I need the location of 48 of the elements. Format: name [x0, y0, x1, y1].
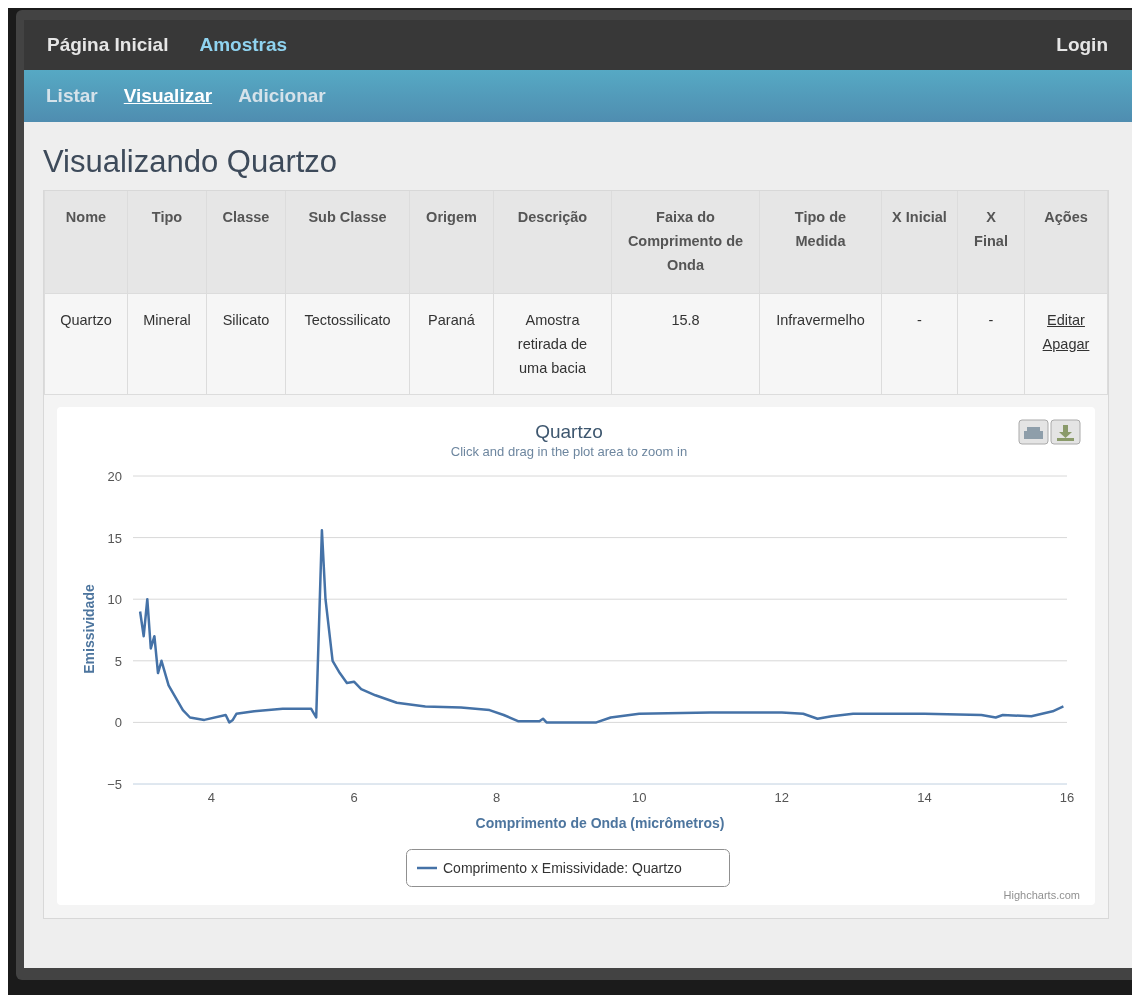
column-header: Classe [206, 191, 286, 294]
table-cell: Silicato [206, 293, 286, 395]
login-link[interactable]: Login [1056, 34, 1108, 56]
page-title: Visualizando Quartzo [43, 144, 339, 180]
chart-subtitle: Click and drag in the plot area to zoom in [450, 444, 688, 459]
table-cell: - [881, 293, 958, 395]
download-button[interactable] [1050, 419, 1081, 445]
column-header: Sub Classe [285, 191, 410, 294]
x-tick-label: 12 [774, 790, 790, 805]
column-header: X Inicial [881, 191, 958, 294]
column-header: Tipo de Medida [759, 191, 882, 294]
action-link[interactable]: Editar [1047, 308, 1085, 332]
column-header: Tipo [127, 191, 207, 294]
y-tick-label: 10 [107, 592, 122, 608]
x-tick-label: 14 [917, 790, 932, 805]
x-tick-label: 6 [350, 790, 358, 805]
y-tick-label: −5 [107, 777, 122, 792]
print-button[interactable] [1018, 419, 1049, 445]
y-tick-label: 5 [114, 653, 122, 669]
column-header: X Final [957, 191, 1025, 294]
y-axis-title: Emissividade [81, 584, 97, 674]
chart-title: Quartzo [535, 421, 603, 442]
y-tick-label: 15 [107, 530, 122, 546]
table-cell: Infravermelho [759, 293, 882, 395]
x-tick-label: 16 [1059, 790, 1075, 805]
column-header: Ações [1024, 191, 1108, 294]
x-tick-label: 10 [632, 790, 647, 805]
action-link[interactable]: Apagar [1042, 332, 1090, 356]
table-cell: Paraná [409, 293, 494, 395]
x-tick-label: 8 [493, 790, 501, 805]
x-tick-label: 4 [207, 790, 216, 805]
y-tick-label: 0 [114, 715, 122, 731]
table-cell: Tectossilicato [285, 293, 410, 395]
y-tick-label: 20 [107, 469, 122, 484]
column-header: Descrição [493, 191, 612, 294]
column-header: Faixa do Comprimento de Onda [611, 191, 760, 294]
legend-label: Comprimento x Emissividade: Quartzo [443, 860, 683, 876]
column-header: Nome [44, 191, 128, 294]
legend-item[interactable]: Comprimento x Emissividade: Quartzo [406, 849, 730, 887]
nav-link[interactable]: Página Inicial [47, 34, 169, 56]
table-cell: Mineral [127, 293, 207, 395]
table-cell: Amostra retirada de uma bacia [493, 293, 612, 395]
column-header: Origem [409, 191, 494, 294]
nav-link[interactable]: Amostras [199, 34, 288, 56]
table-cell: Quartzo [44, 293, 128, 395]
x-axis-title: Comprimento de Onda (micrômetros) [475, 815, 725, 831]
table-cell: 15.8 [611, 293, 760, 395]
table-cell: - [957, 293, 1025, 395]
